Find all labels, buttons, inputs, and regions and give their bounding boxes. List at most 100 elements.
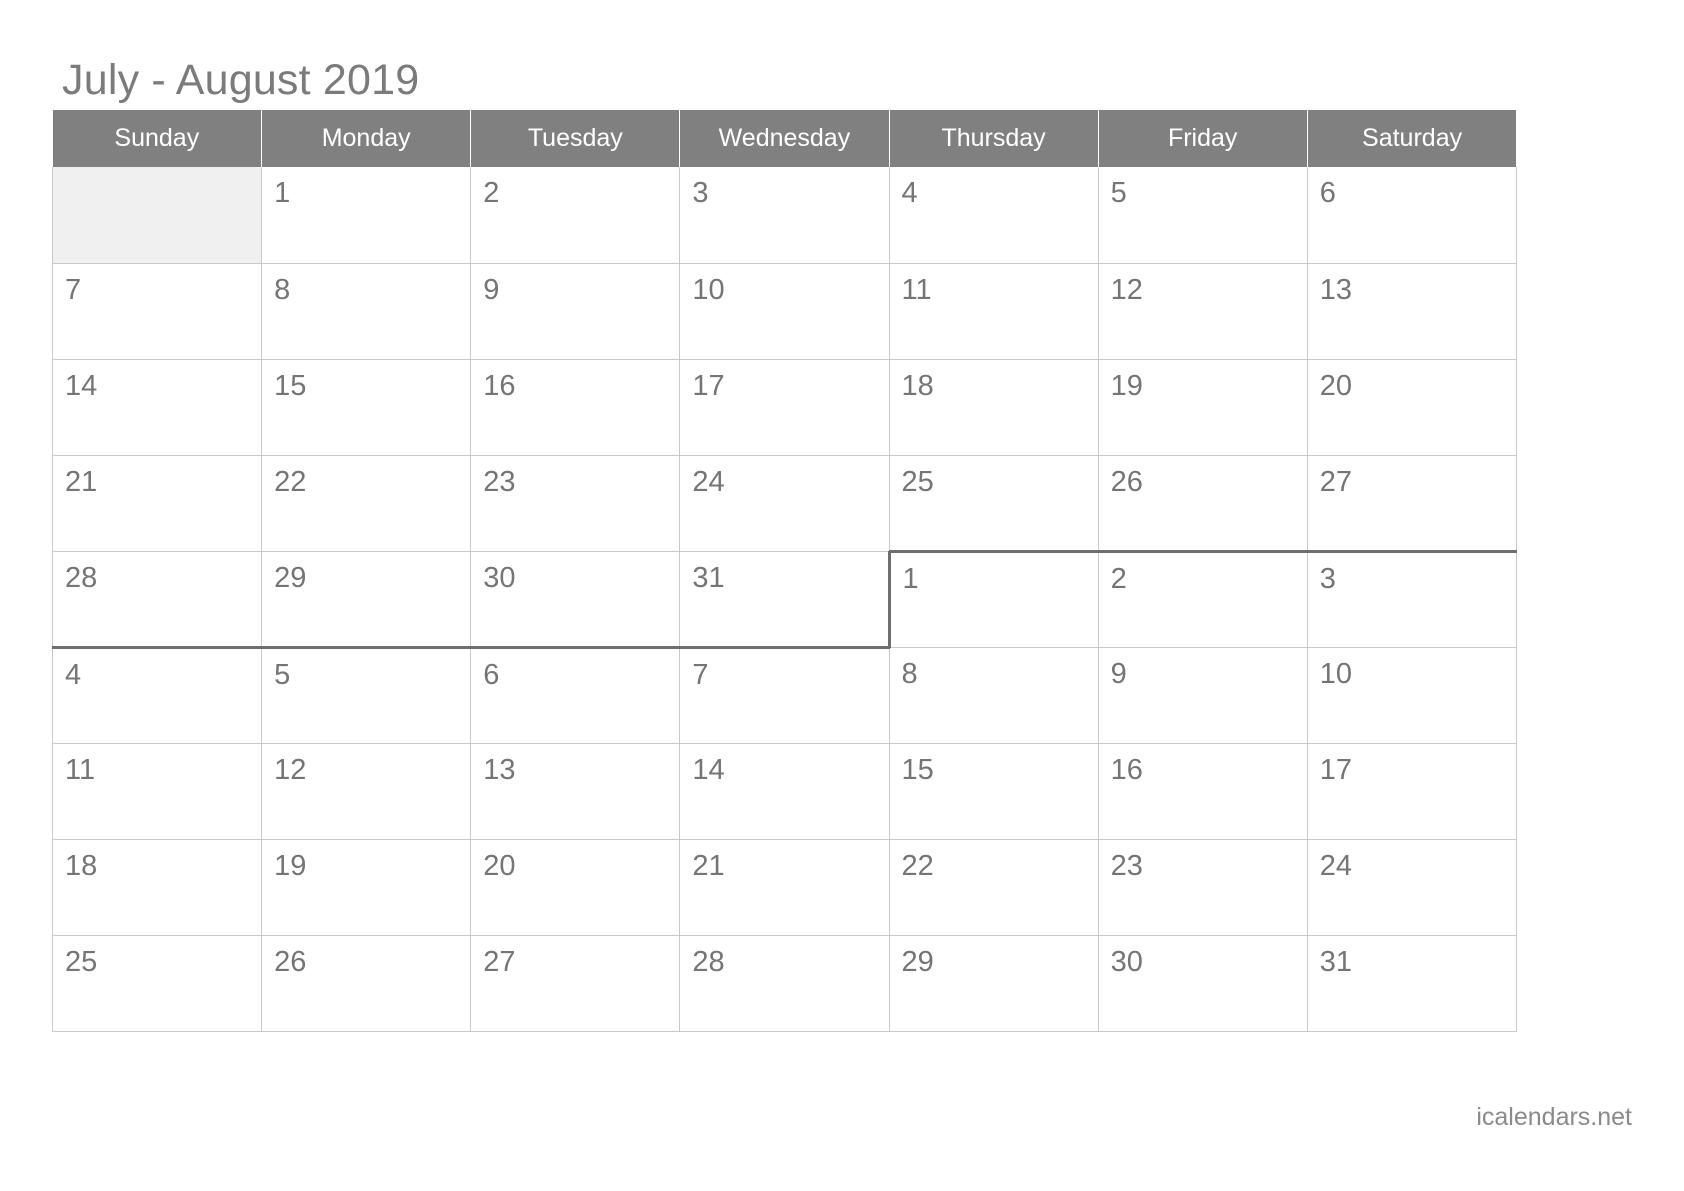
calendar-day-cell[interactable]: 16 [470,358,681,456]
calendar-day-cell[interactable]: 9 [1097,646,1308,744]
calendar-day-cell[interactable]: 25 [51,934,263,1032]
calendar-day-cell[interactable]: 7 [679,645,890,744]
calendar-day-cell[interactable]: 26 [1097,454,1308,553]
weekday-header-thursday: Thursday [889,110,1099,167]
calendar-day-cell[interactable]: 12 [261,742,472,840]
calendar-day-cell[interactable]: 21 [679,838,890,936]
calendar-day-cell[interactable]: 10 [679,262,890,360]
calendar-day-cell[interactable]: 16 [1097,742,1308,840]
calendar-day-cell[interactable]: 24 [1306,838,1517,936]
day-number: 21 [692,849,725,882]
calendar-day-cell[interactable]: 2 [1097,549,1308,648]
day-number: 18 [65,849,98,882]
day-number: 9 [483,273,500,306]
calendar-table: Sunday Monday Tuesday Wednesday Thursday Frid… [51,110,1517,1032]
day-number: 14 [692,753,725,786]
day-number: 27 [483,945,516,978]
calendar-container: Sunday Monday Tuesday Wednesday Thursday Frid… [51,110,1517,1032]
calendar-day-cell[interactable]: 29 [261,550,472,649]
day-number: 2 [483,177,500,209]
day-number: 8 [274,273,291,306]
calendar-week-row: 4 5 6 7 8 9 10 [51,645,1517,744]
day-number: 24 [1319,849,1353,882]
calendar-day-cell[interactable]: 14 [679,742,890,840]
calendar-day-cell[interactable]: 8 [261,262,472,360]
calendar-day-cell[interactable]: 19 [261,838,472,936]
calendar-day-cell[interactable]: 28 [51,550,263,649]
calendar-day-cell[interactable]: 5 [261,645,472,744]
calendar-day-cell[interactable]: 11 [51,742,263,840]
calendar-day-cell[interactable]: 25 [888,454,1099,553]
calendar-day-cell[interactable]: 6 [470,645,681,744]
calendar-day-cell[interactable]: 30 [470,550,681,649]
day-number: 22 [274,465,307,498]
day-number: 19 [1110,369,1143,402]
calendar-day-cell[interactable]: 20 [470,838,681,936]
calendar-day-cell[interactable]: 24 [679,454,890,552]
calendar-day-cell[interactable]: 27 [470,934,681,1032]
day-number: 29 [901,945,934,978]
weekday-header-friday: Friday [1098,110,1308,167]
day-number: 28 [692,945,725,978]
calendar-week-row: 21 22 23 24 25 26 27 [51,454,1517,553]
calendar-day-cell[interactable]: 20 [1306,358,1517,456]
day-number: 12 [274,753,307,786]
day-number: 3 [692,177,709,209]
calendar-page: July - August 2019 Sunday Monday Tuesday We… [0,0,1684,1191]
calendar-day-cell[interactable]: 30 [1097,934,1308,1032]
calendar-day-cell[interactable]: 9 [470,262,681,360]
calendar-day-cell[interactable]: 31 [679,550,890,649]
calendar-week-row: 7 8 9 10 11 12 13 [51,262,1517,360]
calendar-day-cell[interactable]: 15 [261,358,472,456]
day-number: 13 [483,753,516,786]
day-number: 16 [483,369,516,402]
calendar-day-cell[interactable]: 13 [470,742,681,840]
calendar-day-cell[interactable]: 11 [888,262,1099,360]
calendar-day-cell[interactable]: 3 [1306,549,1517,648]
calendar-day-cell[interactable]: 22 [888,838,1099,936]
calendar-day-cell[interactable]: 4 [888,167,1099,264]
calendar-day-cell[interactable]: 22 [261,454,472,552]
calendar-day-cell[interactable]: 17 [1306,742,1517,840]
calendar-day-cell[interactable]: 4 [51,645,263,744]
day-number: 18 [901,369,934,402]
calendar-day-cell[interactable]: 1 [261,167,472,264]
day-number: 5 [274,658,291,691]
calendar-day-cell[interactable]: 6 [1306,167,1517,264]
calendar-day-cell[interactable]: 28 [679,934,890,1032]
page-title: July - August 2019 [62,56,420,104]
calendar-day-cell[interactable]: 17 [679,358,890,456]
calendar-day-cell[interactable]: 15 [888,742,1099,840]
calendar-day-cell[interactable]: 8 [888,646,1099,744]
calendar-week-row: 25 26 27 28 29 30 31 [51,934,1517,1032]
calendar-day-cell[interactable]: 26 [261,934,472,1032]
day-number: 23 [1110,849,1143,882]
calendar-day-cell[interactable]: 21 [51,454,263,552]
calendar-day-cell[interactable]: 7 [51,262,263,360]
calendar-day-cell[interactable]: 3 [679,167,890,264]
calendar-day-cell[interactable]: 27 [1306,454,1517,553]
calendar-day-cell[interactable]: 19 [1097,358,1308,456]
day-number: 2 [1110,562,1127,595]
calendar-day-cell[interactable]: 23 [470,454,681,552]
calendar-day-cell[interactable]: 29 [888,934,1099,1032]
day-number: 20 [483,849,516,882]
calendar-day-cell[interactable]: 23 [1097,838,1308,936]
day-number: 11 [901,273,932,306]
day-number: 3 [1319,562,1336,595]
calendar-day-cell[interactable]: 1 [887,549,1099,648]
calendar-day-cell[interactable]: 10 [1306,646,1517,744]
day-number: 26 [1110,465,1143,498]
calendar-day-cell[interactable]: 13 [1306,262,1517,360]
calendar-day-cell[interactable]: 18 [51,838,263,936]
calendar-day-cell[interactable]: 2 [470,167,681,264]
calendar-day-cell[interactable]: 18 [888,358,1099,456]
calendar-week-row: 14 15 16 17 18 19 20 [51,358,1517,456]
calendar-day-cell[interactable]: 12 [1097,262,1308,360]
calendar-week-row: 1 2 3 4 5 6 [51,167,1517,264]
calendar-day-cell[interactable]: 5 [1097,167,1308,264]
calendar-day-cell[interactable]: 31 [1306,934,1517,1032]
day-number: 19 [274,849,307,882]
weekday-header-saturday: Saturday [1307,110,1517,167]
calendar-day-cell[interactable]: 14 [51,358,263,456]
